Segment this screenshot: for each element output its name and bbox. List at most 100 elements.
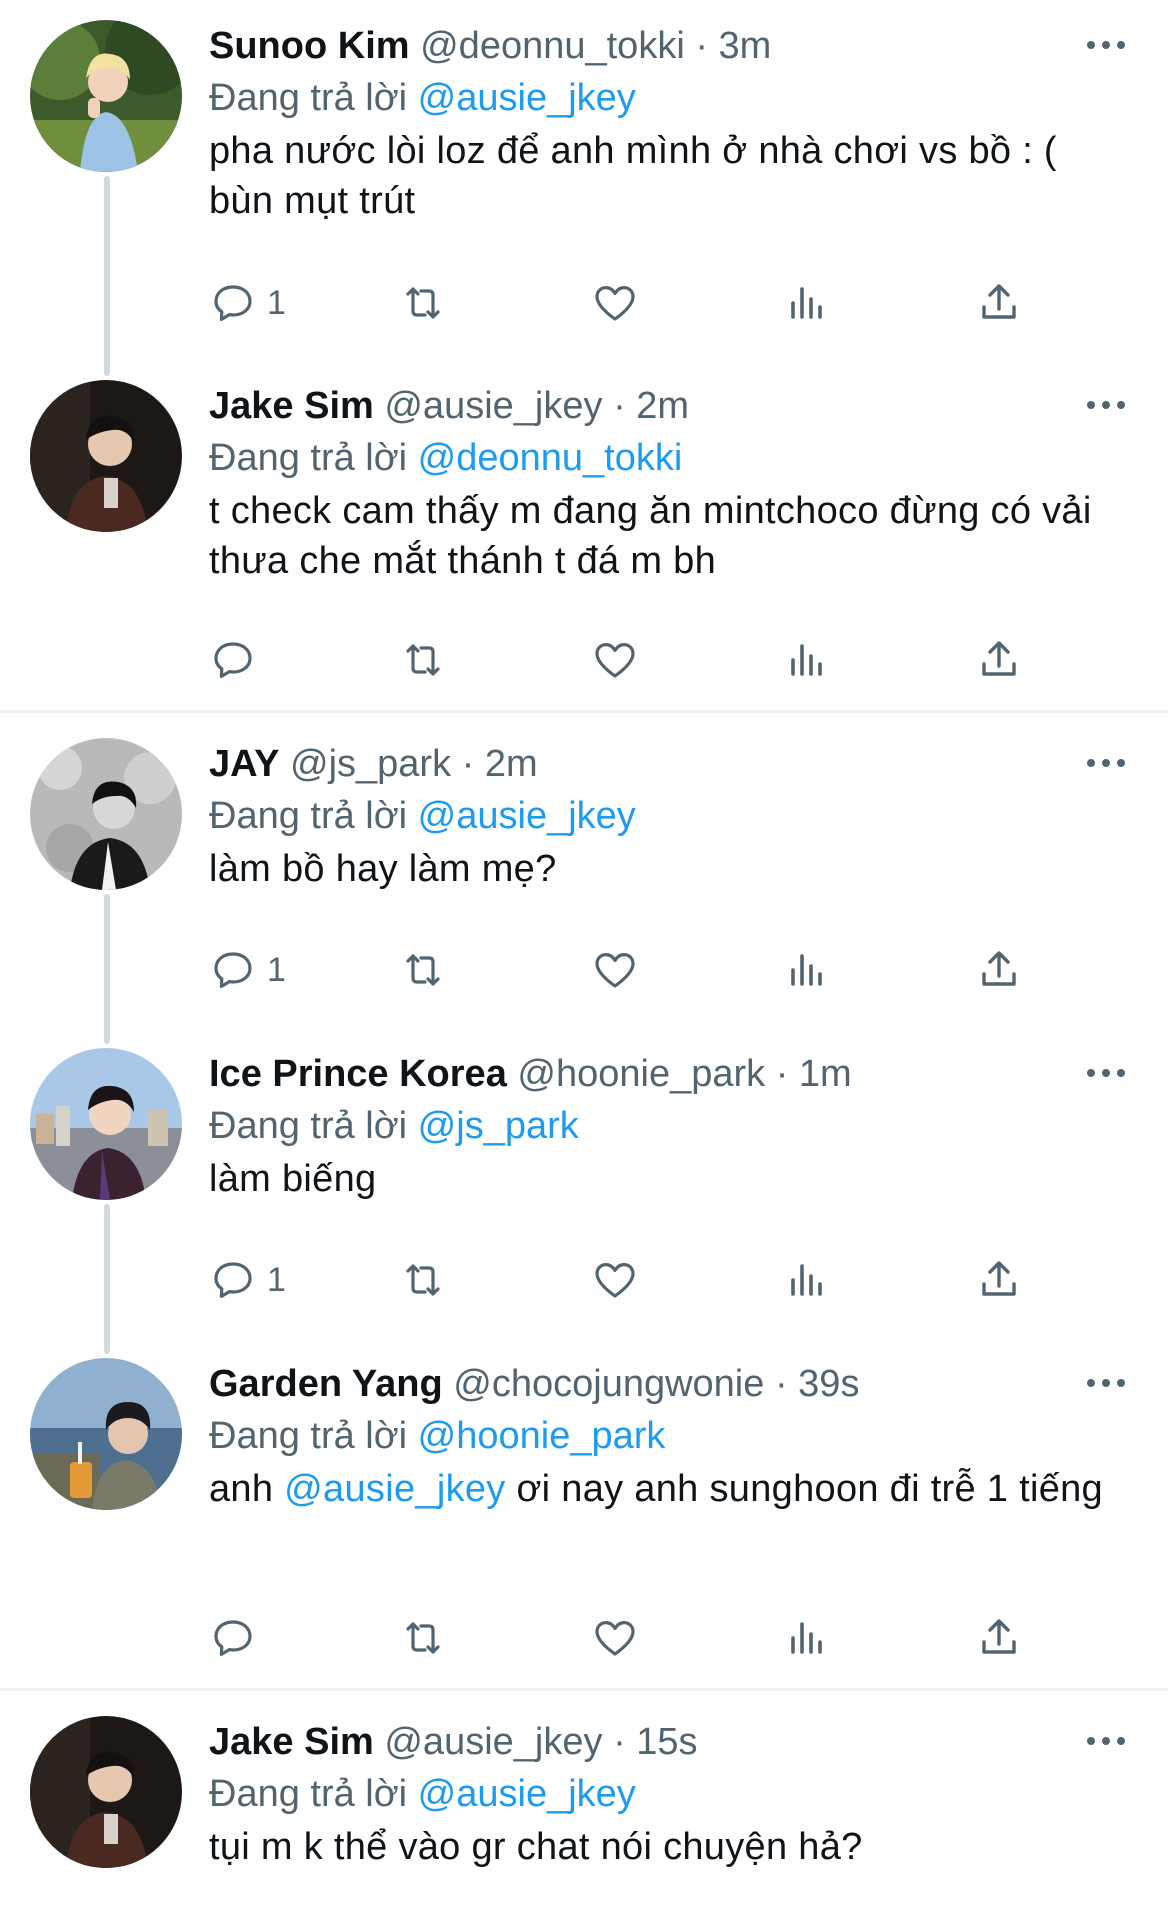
separator-dot: · [774,1363,788,1405]
heart-icon [595,1263,635,1298]
retweet-icon [406,954,440,986]
avatar[interactable] [30,1716,182,1868]
reply-count: 1 [267,1260,286,1299]
timestamp[interactable]: 1m [799,1053,852,1095]
replying-to-label: Đang trả lời [209,1105,408,1147]
replying-to: Đang trả lời @ausie_jkey [209,74,636,122]
ellipsis-icon[interactable] [1084,756,1128,770]
retweet-button[interactable] [399,632,447,688]
tweet-1[interactable]: Sunoo Kim @deonnu_tokki · 3m Đang trả lờ… [0,0,1168,376]
ellipsis-icon[interactable] [1084,1376,1128,1390]
display-name[interactable]: Jake Sim [209,1721,374,1763]
like-button[interactable] [591,275,639,331]
replying-to-mention[interactable]: @ausie_jkey [418,1773,636,1815]
share-button[interactable] [975,942,1023,998]
replying-to-mention[interactable]: @hoonie_park [418,1415,666,1457]
reply-button[interactable] [209,632,267,688]
display-name[interactable]: Garden Yang [209,1363,443,1405]
speech-bubble-icon [214,1620,252,1656]
display-name[interactable]: Ice Prince Korea [209,1053,507,1095]
reply-button[interactable]: 1 [209,942,286,998]
action-bar [209,632,1069,688]
thread-line [104,1204,110,1354]
ellipsis-icon[interactable] [1084,1734,1128,1748]
inline-mention[interactable]: @ausie_jkey [284,1468,505,1510]
handle[interactable]: @ausie_jkey [384,385,602,427]
tweet-2[interactable]: Jake Sim @ausie_jkey · 2m Đang trả lời @… [0,360,1168,710]
replying-to-mention[interactable]: @deonnu_tokki [418,437,683,479]
timestamp[interactable]: 2m [485,743,538,785]
share-upload-icon [982,284,1016,319]
timestamp[interactable]: 3m [719,25,772,67]
display-name[interactable]: Sunoo Kim [209,25,410,67]
separator-dot: · [775,1053,789,1095]
views-button[interactable] [783,632,831,688]
timestamp[interactable]: 2m [636,385,689,427]
share-button[interactable] [975,275,1023,331]
ellipsis-icon[interactable] [1084,1066,1128,1080]
action-bar: 1 [209,275,1069,331]
replying-to-label: Đang trả lời [209,77,408,119]
ellipsis-icon[interactable] [1084,398,1128,412]
conversation-divider [0,1688,1168,1691]
tweet-5[interactable]: Garden Yang @chocojungwonie · 39s Đang t… [0,1338,1168,1688]
views-button[interactable] [783,1252,831,1308]
tweet-3[interactable]: JAY @js_park · 2m Đang trả lời @ausie_jk… [0,718,1168,1044]
avatar[interactable] [30,738,182,890]
separator-dot: · [461,743,475,785]
timestamp[interactable]: 39s [798,1363,859,1405]
bar-chart-icon [791,287,822,319]
replying-to: Đang trả lời @ausie_jkey [209,1770,636,1818]
handle[interactable]: @js_park [290,743,451,785]
retweet-icon [406,1622,440,1654]
reply-button[interactable]: 1 [209,1252,286,1308]
tweet-6[interactable]: Jake Sim @ausie_jkey · 15s Đang trả lời … [0,1696,1168,1920]
replying-to-mention[interactable]: @ausie_jkey [418,795,636,837]
retweet-button[interactable] [399,275,447,331]
tweet-text: làm bồ hay làm mẹ? [209,848,557,890]
views-button[interactable] [783,275,831,331]
handle[interactable]: @deonnu_tokki [420,25,685,67]
handle[interactable]: @hoonie_park [517,1053,765,1095]
handle[interactable]: @ausie_jkey [384,1721,602,1763]
replying-to-mention[interactable]: @ausie_jkey [418,77,636,119]
replying-to: Đang trả lời @hoonie_park [209,1412,665,1460]
conversation-divider [0,710,1168,713]
retweet-button[interactable] [399,1252,447,1308]
share-button[interactable] [975,1610,1023,1666]
like-button[interactable] [591,632,639,688]
reply-button[interactable] [209,1610,267,1666]
replying-to-label: Đang trả lời [209,437,408,479]
bar-chart-icon [791,644,822,676]
share-button[interactable] [975,632,1023,688]
share-upload-icon [982,1261,1016,1296]
display-name[interactable]: JAY [209,743,279,785]
views-button[interactable] [783,942,831,998]
display-name[interactable]: Jake Sim [209,385,374,427]
avatar[interactable] [30,1048,182,1200]
timestamp[interactable]: 15s [636,1721,697,1763]
share-upload-icon [982,641,1016,676]
like-button[interactable] [591,1252,639,1308]
views-button[interactable] [783,1610,831,1666]
like-button[interactable] [591,942,639,998]
avatar[interactable] [30,1358,182,1510]
like-button[interactable] [591,1610,639,1666]
separator-dot: · [695,25,708,67]
retweet-icon [406,1264,440,1296]
retweet-button[interactable] [399,1610,447,1666]
share-button[interactable] [975,1252,1023,1308]
avatar[interactable] [30,380,182,532]
speech-bubble-icon [214,285,252,321]
share-upload-icon [982,1619,1016,1654]
tweet-4[interactable]: Ice Prince Korea @hoonie_park · 1m Đang … [0,1028,1168,1354]
action-bar: 1 [209,1252,1069,1308]
ellipsis-icon[interactable] [1084,38,1128,52]
replying-to-mention[interactable]: @js_park [418,1105,579,1147]
retweet-button[interactable] [399,942,447,998]
tweet-text: pha nước lòi loz để anh mình ở nhà chơi … [209,130,1057,222]
reply-button[interactable]: 1 [209,275,286,331]
speech-bubble-icon [214,1262,252,1298]
handle[interactable]: @chocojungwonie [453,1363,764,1405]
avatar[interactable] [30,20,182,172]
